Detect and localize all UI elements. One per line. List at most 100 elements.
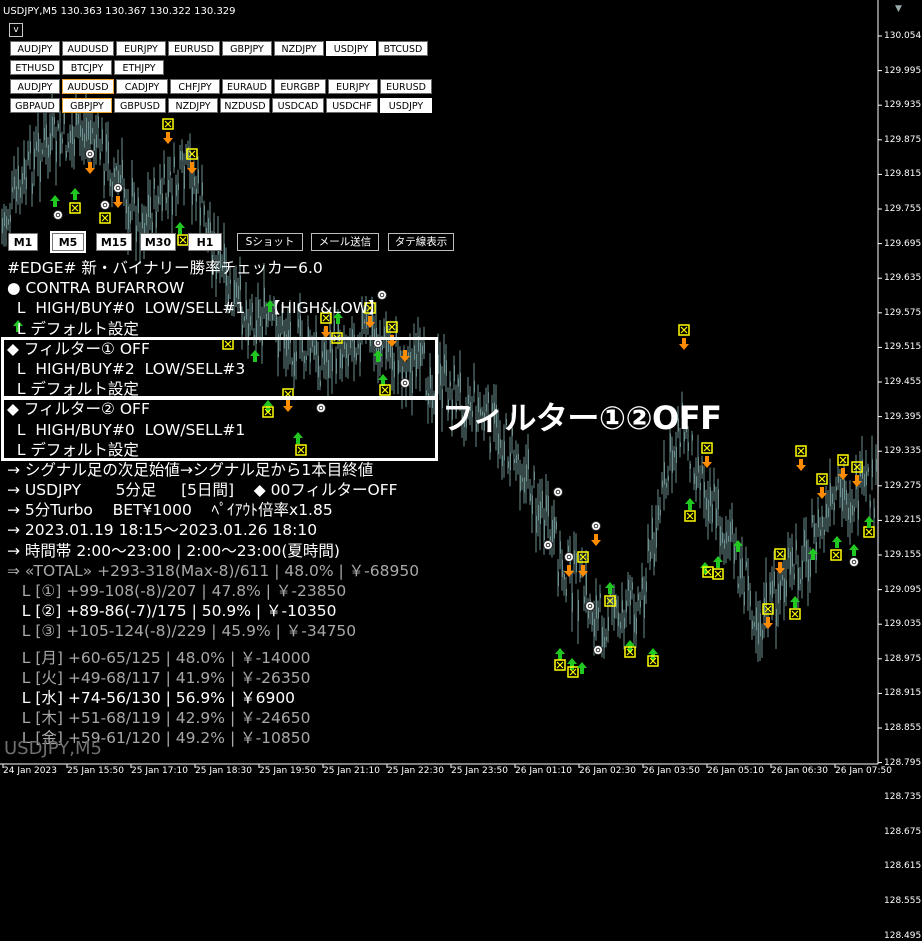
candle-body [733,546,735,564]
pair-button-nzdjpy[interactable]: NZDJPY [168,98,218,113]
timeframe-button-m5[interactable]: M5 [50,231,86,253]
price-tick: 129.935 [884,100,922,111]
price-tick: 128.855 [884,723,922,733]
candle-body [61,138,63,144]
time-tick: 24 Jan 2023 [3,766,57,776]
time-tick: 26 Jan 03:50 [643,766,700,776]
candle-body [743,591,745,606]
candle-body [507,461,509,468]
candle-body [663,462,665,485]
pair-button-audusd[interactable]: AUDUSD [62,41,114,56]
candle-body [531,495,533,515]
stats-panel: #EDGE# 新・バイナリー勝率チェッカー6.0 ● CONTRA BUFARRO… [7,258,419,749]
candle-body [39,160,41,182]
panel-line: → 5分Turbo BET¥1000 ﾍﾟｲｱｳﾄ倍率x1.85 [7,501,333,520]
candle-body [843,479,845,500]
candle-body [607,616,609,631]
candle-body [87,121,89,140]
candle-body [813,523,815,537]
pair-button-audjpy[interactable]: AUDJPY [10,41,60,56]
pair-button-gbpusd[interactable]: GBPUSD [114,98,166,113]
timeframe-button-m30[interactable]: M30 [140,233,176,251]
candle-body [867,467,869,472]
candle-body [93,138,95,151]
pair-button-usdjpy[interactable]: USDJPY [326,41,376,56]
win-mark [849,557,859,567]
pair-button-eurusd[interactable]: EURUSD [168,41,220,56]
down-arrow-signal [163,132,173,144]
candle-body [449,381,451,387]
candle-body [711,504,713,523]
pair-button-eurgbp[interactable]: EURGBP [274,79,326,94]
collapse-button[interactable]: v [9,23,23,37]
down-arrow-signal [113,196,123,208]
pair-button-usdjpy[interactable]: USDJPY [380,98,432,113]
pair-button-usdchf[interactable]: USDCHF [326,98,378,113]
candle-body [707,499,709,522]
candle-body [593,618,595,637]
candle-body [63,113,65,125]
down-arrow-signal [679,338,689,350]
candle-body [141,213,143,229]
candle-body [847,507,849,520]
price-tick: 129.035 [884,619,922,630]
candle-body [163,164,165,178]
loss-mark-cross [776,550,784,558]
pair-button-btcusd[interactable]: BTCUSD [378,41,428,56]
candle-body [667,475,669,481]
up-arrow-signal [685,498,695,510]
price-tick: 129.215 [884,515,922,526]
screenshot-button[interactable]: Sショット [237,233,303,251]
candle-body [641,577,643,590]
candle-body [599,593,601,598]
candle-body [781,575,783,581]
vertical-line-button[interactable]: タテ線表示 [388,233,454,251]
pair-button-gbpaud[interactable]: GBPAUD [10,98,60,113]
candle-body [53,117,55,125]
candle-body [203,205,205,216]
timeframe-button-h1[interactable]: H1 [188,233,222,251]
candle-body [543,519,545,541]
candle-body [137,197,139,214]
candle-body [15,186,17,202]
candle-body [755,607,757,631]
pair-button-audusd[interactable]: AUDUSD [62,79,114,94]
pair-button-ethusd[interactable]: ETHUSD [10,60,60,75]
candle-body [191,187,193,205]
pair-button-euraud[interactable]: EURAUD [222,79,272,94]
candle-body [561,559,563,577]
pair-button-btcjpy[interactable]: BTCJPY [62,60,112,75]
pair-button-chfjpy[interactable]: CHFJPY [170,79,220,94]
loss-mark-cross [839,456,847,464]
candle-body [59,133,61,155]
pair-button-gbpjpy[interactable]: GBPJPY [62,98,112,113]
candle-body [41,149,43,155]
pair-button-cadjpy[interactable]: CADJPY [116,79,168,94]
candle-body [635,617,637,635]
pair-button-eurusd[interactable]: EURUSD [380,79,432,94]
loss-mark-cross [832,551,840,559]
send-mail-button[interactable]: メール送信 [311,233,379,251]
pair-button-usdcad[interactable]: USDCAD [272,98,324,113]
chart-shift-marker: ▼ [895,4,902,14]
candle-body [845,489,847,505]
timeframe-button-m1[interactable]: M1 [8,233,38,251]
candle-body [729,521,731,542]
loss-mark-cross [680,326,688,334]
loss-mark-cross [797,447,805,455]
loss-mark-cross [101,214,109,222]
candle-body [583,596,585,604]
pair-button-ethjpy[interactable]: ETHJPY [114,60,164,75]
candle-body [99,152,101,160]
pair-button-audjpy[interactable]: AUDJPY [10,79,60,94]
pair-button-nzdusd[interactable]: NZDUSD [220,98,270,113]
timeframe-button-m15[interactable]: M15 [96,233,132,251]
pair-button-eurjpy[interactable]: EURJPY [328,79,378,94]
candle-body [499,439,501,448]
candle-body [43,128,45,141]
candle-body [83,133,85,148]
pair-button-gbpjpy[interactable]: GBPJPY [222,41,272,56]
pair-button-eurjpy[interactable]: EURJPY [116,41,166,56]
candle-body [617,612,619,627]
pair-button-nzdjpy[interactable]: NZDJPY [274,41,324,56]
